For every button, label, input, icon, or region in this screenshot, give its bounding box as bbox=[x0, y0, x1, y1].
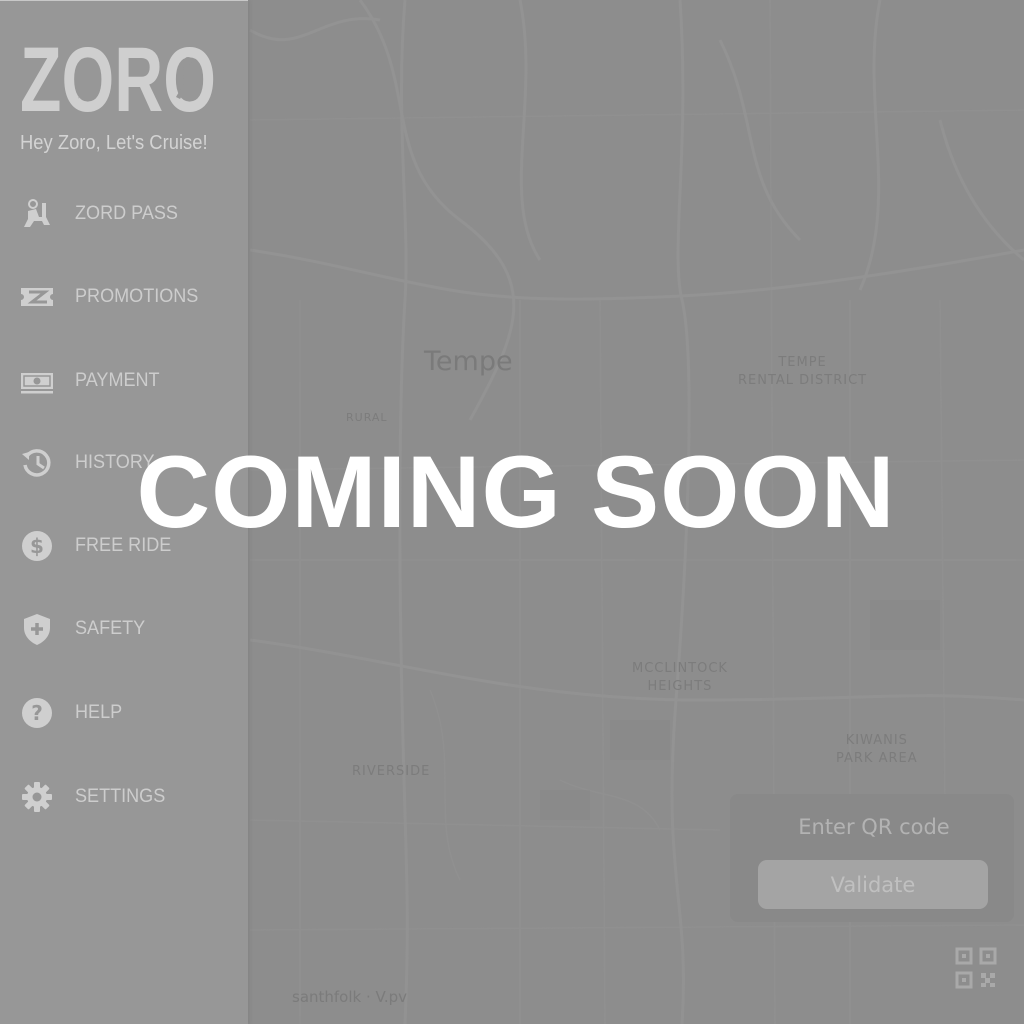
help-icon: ? bbox=[20, 696, 54, 730]
menu-label: HELP bbox=[75, 702, 123, 723]
map-label-line: TEMPE bbox=[778, 355, 827, 370]
validate-button[interactable]: Validate bbox=[758, 860, 988, 909]
map-label-small: RURAL bbox=[346, 411, 388, 424]
map-label-tempe: Tempe bbox=[424, 346, 513, 377]
qr-scan-icon[interactable] bbox=[954, 946, 998, 990]
qr-code-input[interactable] bbox=[750, 808, 998, 846]
menu-item-zord-pass[interactable]: ZORD PASS bbox=[0, 184, 248, 244]
menu-item-payment[interactable]: PAYMENT bbox=[0, 351, 248, 411]
app-screen: Tempe TEMPE RENTAL DISTRICT RURAL MCCLIN… bbox=[0, 0, 1024, 1024]
map-label-north: TEMPE RENTAL DISTRICT bbox=[738, 354, 867, 390]
zoro-logo: ZORO bbox=[20, 29, 216, 131]
map-label-line: HEIGHTS bbox=[647, 679, 713, 694]
menu-label: PROMOTIONS bbox=[75, 286, 199, 307]
map-attribution: santhfolk · V.pv bbox=[292, 988, 408, 1006]
map-label-line: KIWANIS bbox=[845, 733, 908, 748]
map-label-mid: MCCLINTOCK HEIGHTS bbox=[632, 660, 728, 696]
svg-text:?: ? bbox=[31, 701, 43, 725]
qr-code-panel: Validate bbox=[730, 794, 1014, 922]
map-label-line: PARK AREA bbox=[836, 751, 918, 766]
menu-label: SETTINGS bbox=[75, 786, 166, 807]
menu-label: PAYMENT bbox=[75, 370, 160, 391]
map-label-line: RENTAL DISTRICT bbox=[738, 373, 868, 388]
greeting-text: Hey Zoro, Let's Cruise! bbox=[20, 132, 208, 154]
zoro-logo-graphic: ZORO bbox=[20, 29, 216, 131]
map-label-southwest: RIVERSIDE bbox=[352, 764, 431, 779]
shield-plus-icon bbox=[20, 612, 54, 646]
cash-icon bbox=[20, 364, 54, 398]
coming-soon-overlay: COMING SOON bbox=[136, 435, 896, 549]
menu-item-settings[interactable]: SETTINGS bbox=[0, 767, 248, 827]
map-label-line: MCCLINTOCK bbox=[632, 661, 728, 676]
menu-item-promotions[interactable]: PROMOTIONS bbox=[0, 267, 248, 327]
menu-label: SAFETY bbox=[75, 618, 146, 639]
gear-icon bbox=[20, 780, 54, 814]
menu-label: ZORD PASS bbox=[75, 203, 178, 224]
ticket-icon bbox=[20, 280, 54, 314]
menu-item-help[interactable]: ? HELP bbox=[0, 683, 248, 743]
scooter-rider-icon bbox=[20, 197, 54, 231]
menu-item-safety[interactable]: SAFETY bbox=[0, 599, 248, 659]
map-label-southeast: KIWANIS PARK AREA bbox=[836, 732, 918, 768]
